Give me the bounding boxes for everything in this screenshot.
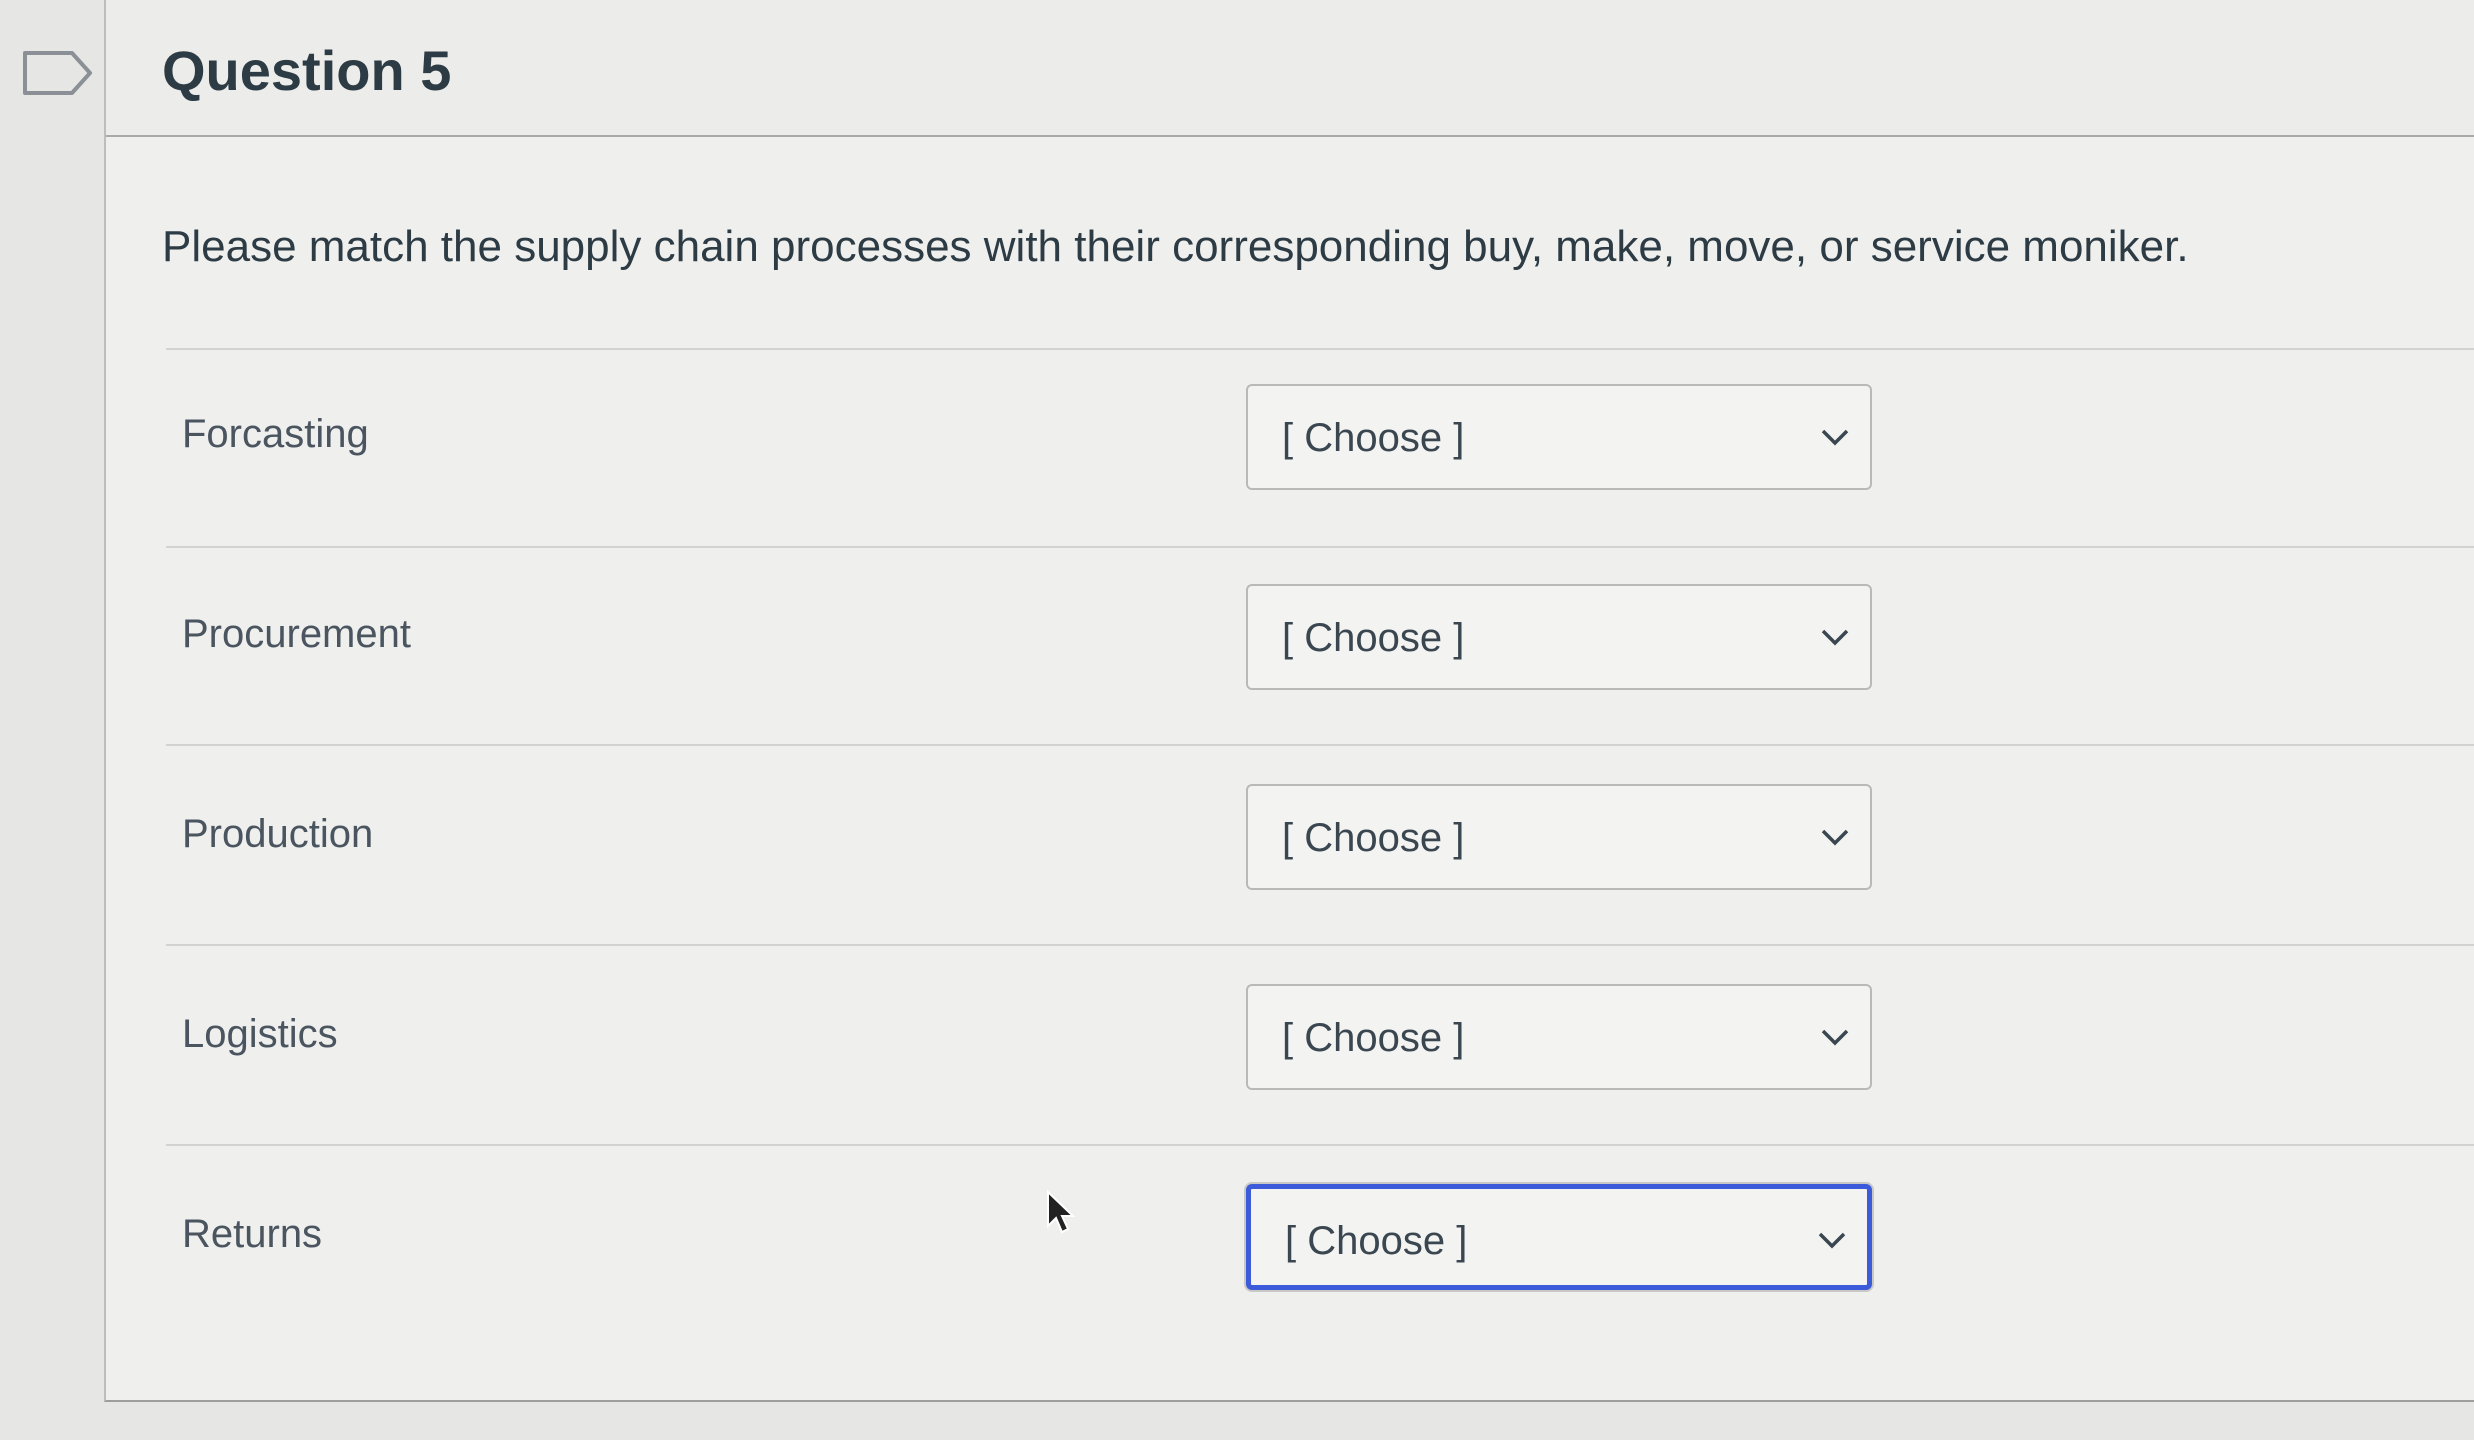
select-value: [ Choose ]	[1282, 616, 1465, 660]
match-label: Returns	[182, 1212, 323, 1256]
match-row-forcasting: Forcasting [ Choose ]	[106, 384, 2474, 504]
row-divider	[166, 744, 2474, 746]
match-label: Logistics	[182, 1012, 338, 1056]
question-prompt: Please match the supply chain processes …	[162, 222, 2189, 271]
match-row-production: Production [ Choose ]	[106, 784, 2474, 904]
answer-select-production[interactable]: [ Choose ]	[1246, 784, 1872, 890]
question-card: Question 5 Please match the supply chain…	[104, 0, 2474, 1402]
question-title: Question 5	[162, 39, 452, 102]
select-value: [ Choose ]	[1285, 1219, 1468, 1263]
match-label: Forcasting	[182, 412, 369, 456]
answer-select-forcasting[interactable]: [ Choose ]	[1246, 384, 1872, 490]
match-row-logistics: Logistics [ Choose ]	[106, 984, 2474, 1104]
select-value: [ Choose ]	[1282, 416, 1465, 460]
select-value: [ Choose ]	[1282, 816, 1465, 860]
chevron-down-icon	[1821, 629, 1849, 646]
select-value: [ Choose ]	[1282, 1016, 1465, 1060]
match-label: Procurement	[182, 612, 411, 656]
row-divider	[166, 546, 2474, 548]
question-header: Question 5	[106, 0, 2474, 137]
chevron-down-icon	[1821, 1029, 1849, 1046]
chevron-down-icon	[1821, 429, 1849, 446]
flag-question-icon[interactable]	[22, 50, 94, 96]
answer-select-procurement[interactable]: [ Choose ]	[1246, 584, 1872, 690]
row-divider	[166, 1144, 2474, 1146]
answer-select-logistics[interactable]: [ Choose ]	[1246, 984, 1872, 1090]
mouse-pointer-icon	[1047, 1190, 1076, 1234]
match-row-procurement: Procurement [ Choose ]	[106, 584, 2474, 704]
row-divider	[166, 944, 2474, 946]
chevron-down-icon	[1821, 829, 1849, 846]
answer-select-returns[interactable]: [ Choose ]	[1246, 1184, 1872, 1290]
match-row-returns: Returns [ Choose ]	[106, 1184, 2474, 1304]
row-divider	[166, 348, 2474, 350]
match-label: Production	[182, 812, 374, 856]
chevron-down-icon	[1818, 1232, 1846, 1249]
